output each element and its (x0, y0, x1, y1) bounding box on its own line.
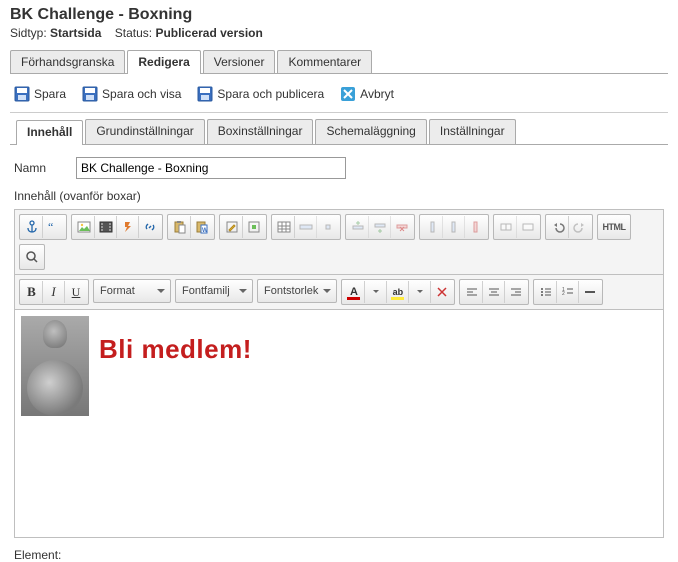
undo-icon[interactable] (547, 216, 569, 238)
paste-icon[interactable] (169, 216, 191, 238)
fontsize-select[interactable]: Fontstorlek (257, 279, 337, 303)
rich-text-editor: “ W (14, 209, 664, 538)
image-icon[interactable] (73, 216, 95, 238)
svg-text:W: W (202, 228, 208, 234)
tab-versions[interactable]: Versioner (203, 50, 276, 73)
save-show-button[interactable]: Spara och visa (82, 86, 181, 102)
edit-box-icon[interactable] (221, 216, 243, 238)
quote-icon[interactable]: “ (43, 216, 65, 238)
highlight-color-menu[interactable] (409, 281, 431, 303)
save-icon (197, 86, 213, 102)
table-row-props-icon[interactable] (295, 216, 317, 238)
highlight-color-button[interactable]: ab (387, 281, 409, 303)
col-delete-icon[interactable] (465, 216, 487, 238)
paste-word-icon[interactable]: W (191, 216, 213, 238)
cancel-label: Avbryt (360, 87, 394, 101)
align-center-button[interactable] (483, 281, 505, 303)
row-before-icon[interactable] (347, 216, 369, 238)
align-left-button[interactable] (461, 281, 483, 303)
row-delete-icon[interactable] (391, 216, 413, 238)
pagetype-value: Startsida (50, 26, 101, 40)
italic-button[interactable]: I (43, 281, 65, 303)
save-show-label: Spara och visa (102, 87, 181, 101)
split-cell-icon[interactable] (495, 216, 517, 238)
status-value: Publicerad version (155, 26, 262, 40)
tab-preview[interactable]: Förhandsgranska (10, 50, 125, 73)
save-button[interactable]: Spara (14, 86, 66, 102)
svg-text:1: 1 (562, 287, 565, 293)
merge-cell-icon[interactable] (517, 216, 539, 238)
text-color-menu[interactable] (365, 281, 387, 303)
save-icon (14, 86, 30, 102)
row-after-icon[interactable] (369, 216, 391, 238)
status-label: Status: (115, 26, 152, 40)
save-publish-button[interactable]: Spara och publicera (197, 86, 324, 102)
svg-text:“: “ (48, 220, 53, 234)
col-before-icon[interactable] (421, 216, 443, 238)
svg-text:2: 2 (562, 291, 565, 297)
clear-format-button (431, 281, 453, 303)
subtab-settings[interactable]: Inställningar (429, 119, 516, 144)
page-meta: Sidtyp: Startsida Status: Publicerad ver… (10, 26, 668, 40)
sub-tabbar: Innehåll Grundinställningar Boxinställni… (10, 119, 668, 145)
subtab-content[interactable]: Innehåll (16, 120, 83, 145)
subtab-basic-settings[interactable]: Grundinställningar (85, 119, 204, 144)
redo-icon[interactable] (569, 216, 591, 238)
save-icon (82, 86, 98, 102)
element-path-label: Element: (14, 548, 61, 562)
fontsize-select-label: Fontstorlek (264, 285, 318, 297)
insert-box-icon[interactable] (243, 216, 265, 238)
html-source-button[interactable]: HTML (599, 216, 629, 238)
cancel-button[interactable]: Avbryt (340, 86, 394, 102)
align-right-button[interactable] (505, 281, 527, 303)
subtab-box-settings[interactable]: Boxinställningar (207, 119, 314, 144)
format-select[interactable]: Format (93, 279, 171, 303)
content-image[interactable] (21, 316, 89, 416)
content-headline[interactable]: Bli medlem! (99, 334, 252, 365)
format-select-label: Format (100, 285, 135, 297)
page-title: BK Challenge - Boxning (10, 6, 668, 24)
anchor-icon[interactable] (21, 216, 43, 238)
media-icon[interactable] (95, 216, 117, 238)
tab-comments[interactable]: Kommentarer (277, 50, 372, 73)
subtab-scheduling[interactable]: Schemaläggning (315, 119, 426, 144)
link-icon[interactable] (139, 216, 161, 238)
main-tabbar: Förhandsgranska Redigera Versioner Komme… (10, 48, 668, 74)
numbered-list-button[interactable]: 12 (557, 281, 579, 303)
editor-toolbar-2: B I U Format Fontfamilj Fontstorlek A ab (14, 274, 664, 310)
tab-edit[interactable]: Redigera (127, 50, 200, 74)
table-cell-props-icon[interactable] (317, 216, 339, 238)
search-icon[interactable] (21, 246, 43, 268)
fontfamily-select[interactable]: Fontfamilj (175, 279, 253, 303)
save-label: Spara (34, 87, 66, 101)
bold-button[interactable]: B (21, 281, 43, 303)
col-after-icon[interactable] (443, 216, 465, 238)
flash-icon[interactable] (117, 216, 139, 238)
content-above-label: Innehåll (ovanför boxar) (14, 189, 664, 203)
save-publish-label: Spara och publicera (217, 87, 324, 101)
bullet-list-button[interactable] (535, 281, 557, 303)
name-label: Namn (14, 161, 64, 175)
underline-button[interactable]: U (65, 281, 87, 303)
hr-button[interactable] (579, 281, 601, 303)
table-icon[interactable] (273, 216, 295, 238)
editor-toolbar-1: “ W (14, 209, 664, 275)
fontfamily-select-label: Fontfamilj (182, 285, 230, 297)
name-input[interactable] (76, 157, 346, 179)
editor-canvas[interactable]: Bli medlem! (14, 310, 664, 538)
pagetype-label: Sidtyp: (10, 26, 47, 40)
text-color-button[interactable]: A (343, 281, 365, 303)
cancel-icon (340, 86, 356, 102)
action-bar: Spara Spara och visa Spara och publicera… (10, 82, 668, 112)
